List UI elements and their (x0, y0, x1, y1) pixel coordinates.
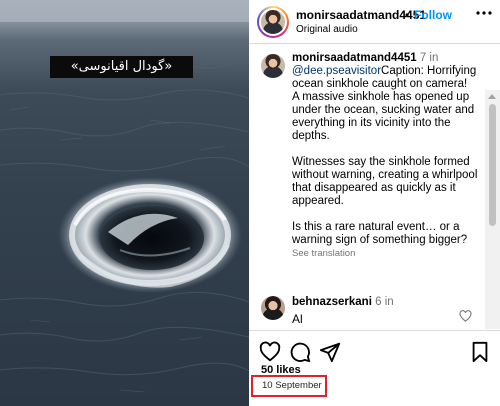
post-caption: monirsaadatmand4451 7 in @dee.pseavisito… (292, 52, 490, 260)
caption-time: 7 in (419, 52, 439, 64)
caption-mention[interactable]: @dee.pseavisitor (292, 65, 381, 77)
bookmark-icon[interactable] (469, 341, 491, 363)
video-overlay-caption: «گودال اقیانوسی» (50, 56, 193, 78)
post-actions: 50 likes 10 September (249, 330, 500, 406)
separator-dot: • (405, 8, 410, 22)
commenter-avatar-image (261, 296, 285, 320)
scroll-up-arrow-icon[interactable] (488, 94, 496, 99)
follow-button[interactable]: Follow (414, 8, 452, 22)
caption-avatar-image (261, 54, 285, 78)
comment-icon[interactable] (289, 341, 311, 363)
caption-line-4: Is this a rare natural event… or a warni… (292, 221, 468, 246)
post-details-panel: monirsaadatmand4451 • Follow Original au… (249, 0, 500, 406)
comment-heart-outline-icon[interactable] (459, 309, 472, 327)
send-icon[interactable] (319, 341, 341, 363)
post-video[interactable]: «گودال اقیانوسی» (0, 0, 249, 406)
heart-icon[interactable] (259, 341, 281, 363)
comment-username[interactable]: behnazserkani (292, 296, 372, 308)
author-avatar-image (259, 8, 287, 36)
caption-line-2: A massive sinkhole has opened up under t… (292, 91, 475, 142)
commenter-avatar[interactable] (261, 296, 285, 320)
caption-author-avatar[interactable] (261, 54, 285, 78)
more-options-icon[interactable] (475, 4, 493, 27)
caption-username[interactable]: monirsaadatmand4451 (292, 52, 417, 64)
post-header: monirsaadatmand4451 • Follow Original au… (249, 0, 500, 44)
comments-scrollbar[interactable] (485, 90, 500, 329)
see-translation-link[interactable]: See translation (292, 247, 490, 260)
comments-list[interactable]: monirsaadatmand4451 7 in @dee.pseavisito… (249, 45, 500, 329)
caption-line-3: Witnesses say the sinkhole formed withou… (292, 156, 478, 207)
date-highlight-box (251, 375, 327, 397)
author-avatar[interactable] (257, 6, 289, 38)
comment-time: 6 in (375, 296, 394, 308)
original-audio-link[interactable]: Original audio (296, 24, 358, 35)
scrollbar-thumb[interactable] (489, 104, 496, 226)
